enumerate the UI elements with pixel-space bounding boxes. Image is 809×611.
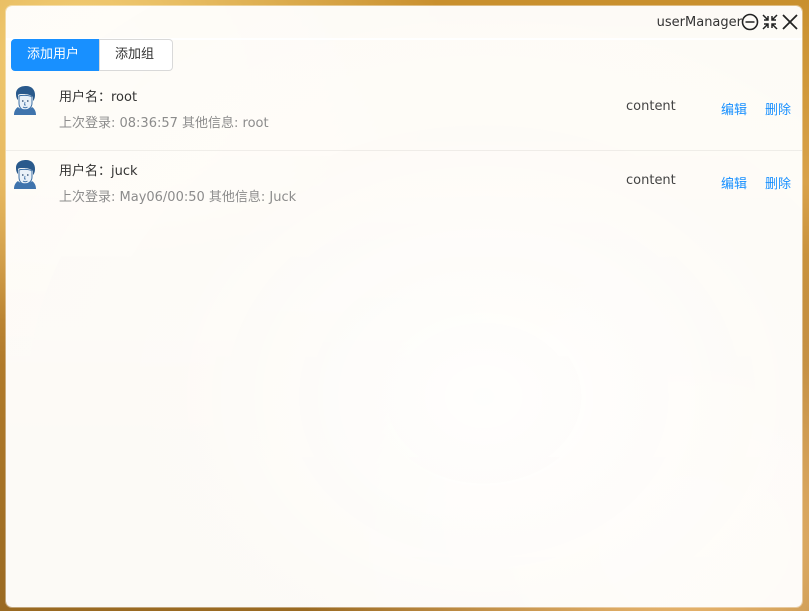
content-text: content — [626, 99, 676, 114]
user-list: 用户名：root 上次登录: 08:36:57 其他信息: root conte… — [6, 77, 802, 224]
window-title: userManager — [656, 15, 742, 30]
content-text: content — [626, 173, 676, 188]
shrink-icon — [762, 14, 778, 30]
delete-link[interactable]: 删除 — [765, 173, 791, 192]
title-bar: userManager — [6, 6, 802, 40]
list-item-juck: 用户名：juck 上次登录: May06/00:50 其他信息: Juck co… — [6, 151, 802, 224]
user-avatar-icon — [11, 159, 39, 189]
delete-link[interactable]: 删除 — [765, 99, 791, 118]
last-login-info: 上次登录: 08:36:57 其他信息: root — [59, 116, 269, 131]
user-avatar-icon — [11, 85, 39, 115]
minus-circle-icon — [741, 13, 759, 31]
edit-link[interactable]: 编辑 — [721, 173, 747, 192]
user-manager-window: userManager 添加用户 添加组 用户名：root 上次登录: 08:3… — [6, 6, 802, 607]
close-icon — [782, 14, 798, 30]
minimize-button[interactable] — [741, 13, 759, 31]
list-item-root: 用户名：root 上次登录: 08:36:57 其他信息: root conte… — [6, 77, 802, 151]
last-login-info: 上次登录: May06/00:50 其他信息: Juck — [59, 190, 297, 205]
username: 用户名：root — [59, 90, 138, 105]
close-button[interactable] — [781, 13, 799, 31]
edit-link[interactable]: 编辑 — [721, 99, 747, 118]
add-group-button[interactable]: 添加组 — [99, 39, 173, 71]
add-user-button[interactable]: 添加用户 — [11, 39, 100, 71]
username: 用户名：juck — [59, 164, 138, 179]
restore-button[interactable] — [761, 13, 779, 31]
